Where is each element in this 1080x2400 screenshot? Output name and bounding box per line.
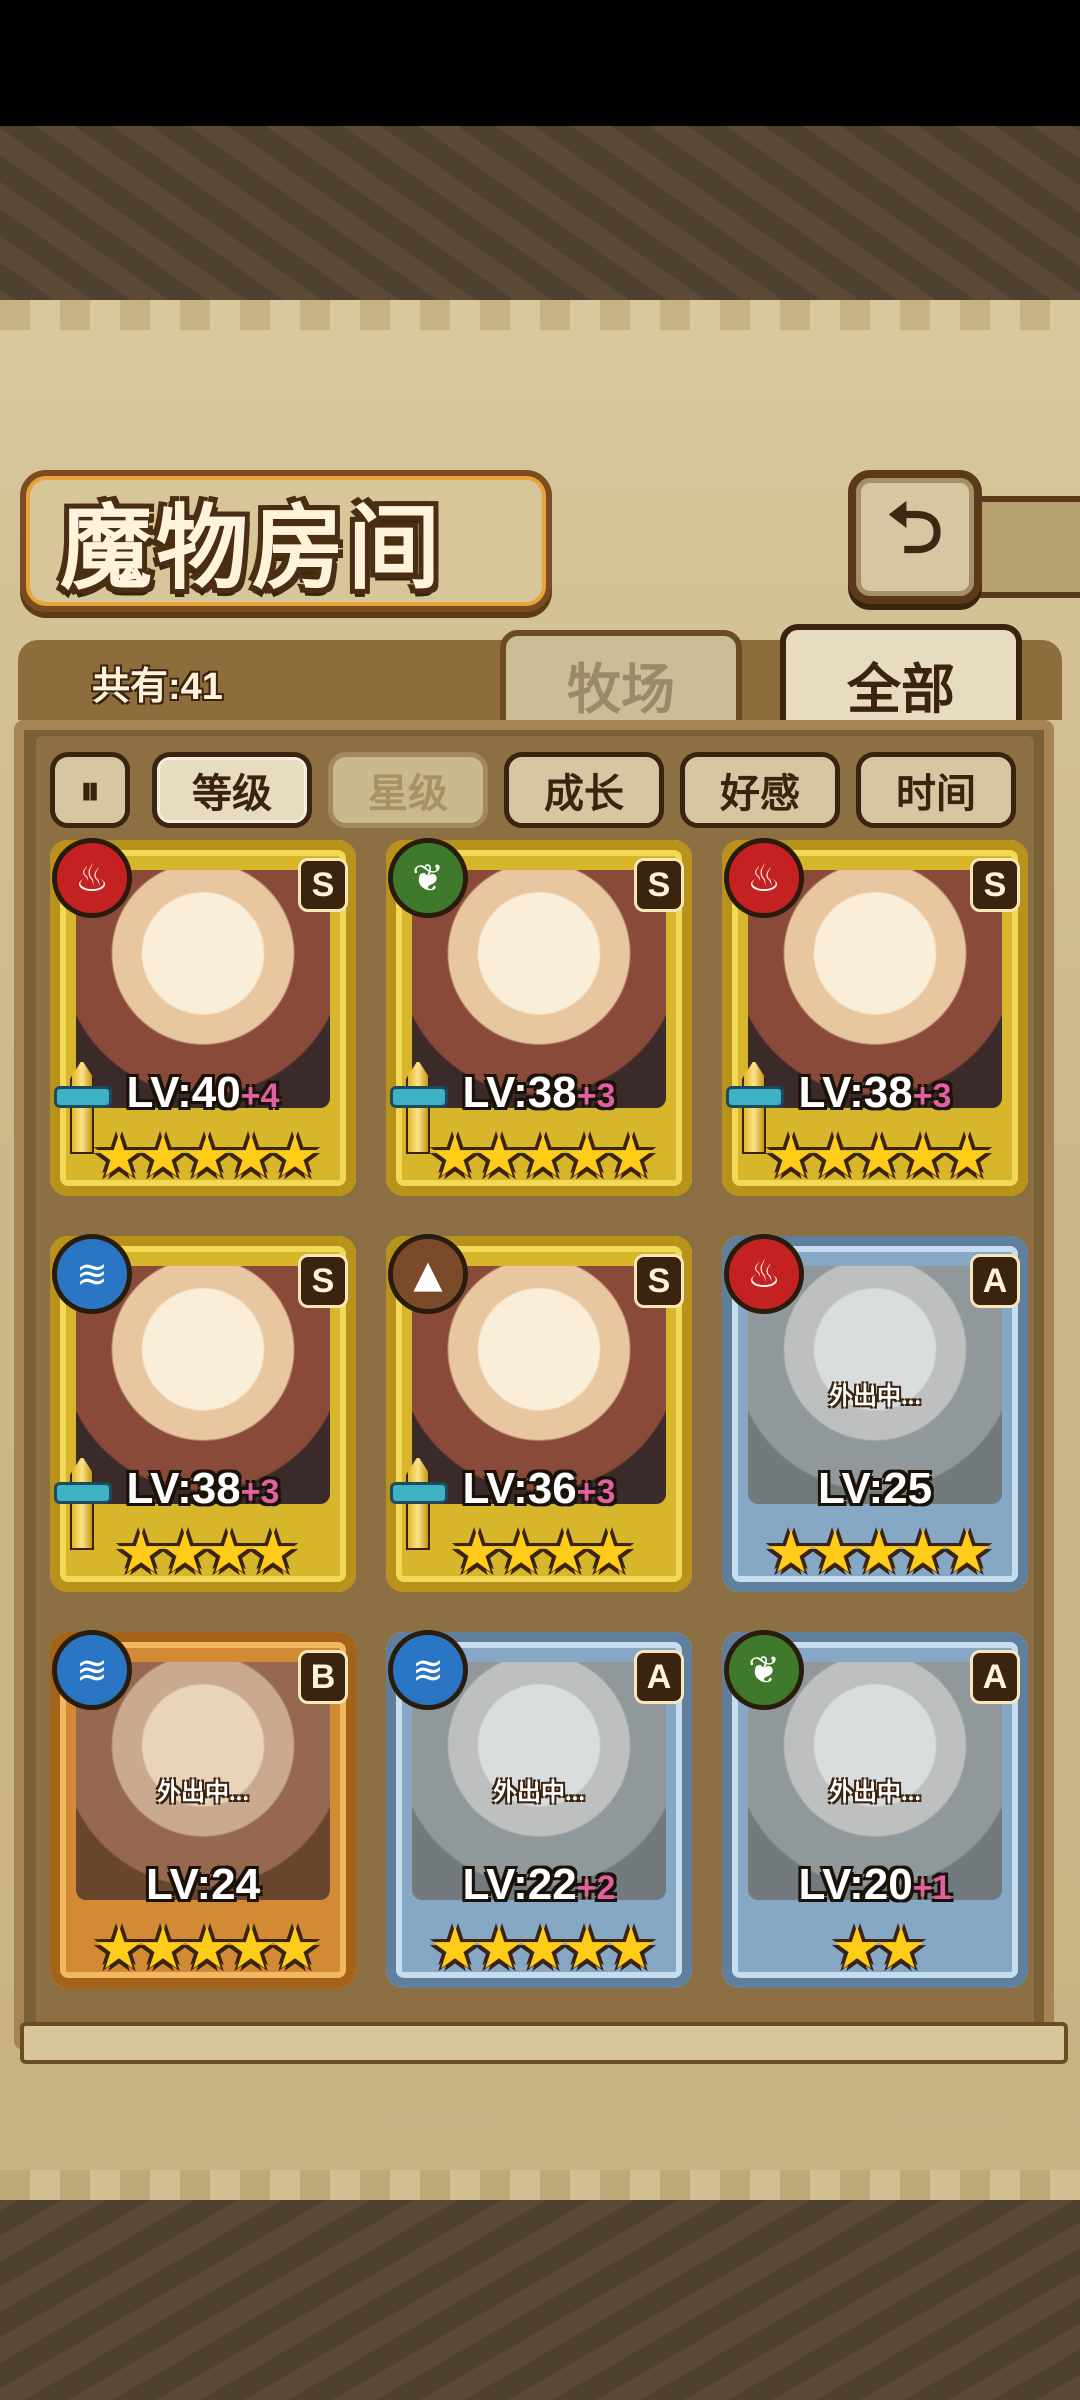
level-label: LV:38+3 [50,1464,356,1514]
away-status-label: 外出中... [156,1779,249,1806]
star-rating: ★★★★★ [765,1518,993,1586]
panel-edge-top [0,300,1080,330]
rank-badge: S [298,858,348,912]
total-count: 共有:41 [92,666,223,708]
star-rating: ★★★★★ [93,1122,321,1190]
fire-element-icon: ♨ [724,1234,804,1314]
sort-star-button[interactable]: 星级 [328,752,488,828]
level-label: LV:40+4 [50,1068,356,1118]
level-bonus: +3 [576,1473,616,1511]
leaf-element-icon: ❦ [388,838,468,918]
level-label: LV:38+3 [386,1068,692,1118]
level-bonus: +3 [576,1077,616,1115]
level-label: LV:20+1 [722,1860,1028,1910]
away-status-label: 外出中... [828,1383,921,1410]
star-rating: ★★★★ [115,1518,299,1586]
earth-element-icon: ▲ [388,1234,468,1314]
leaf-element-icon: ❦ [724,1630,804,1710]
panel-edge-bottom [0,2170,1080,2200]
status-bar [0,0,1080,126]
level-bonus: +2 [576,1869,616,1907]
level-value: LV:25 [817,1464,933,1513]
rank-badge: S [970,858,1020,912]
rank-badge: A [634,1650,684,1704]
sort-order-toggle-button[interactable]: ⏸ [50,752,130,828]
level-value: LV:38 [798,1068,913,1117]
background-map-bottom [0,2200,1080,2400]
back-button[interactable]: ⮌ [848,470,982,604]
level-label: LV:24 [50,1860,356,1910]
monster-card[interactable]: ❦ S LV:38+3 ★★★★★ [386,838,692,1196]
level-label: LV:36+3 [386,1464,692,1514]
star-rating: ★★★★★ [93,1914,321,1982]
monster-card[interactable]: 外出中... ❦ A LV:20+1 ★★ [722,1630,1028,1988]
back-button-extension [966,496,1080,598]
sort-level-button[interactable]: 等级 [152,752,312,828]
level-value: LV:22 [462,1860,577,1909]
away-status-label: 外出中... [492,1779,585,1806]
monster-card[interactable]: 外出中... ♨ A LV:25 ★★★★★ [722,1234,1028,1592]
monster-card[interactable]: 外出中... ≋ A LV:22+2 ★★★★★ [386,1630,692,1988]
rank-badge: S [634,858,684,912]
monster-list-bottom-bar [20,2022,1068,2064]
water-element-icon: ≋ [52,1630,132,1710]
level-value: LV:40 [126,1068,241,1117]
page-title: 魔物房间 [60,494,445,602]
fire-element-icon: ♨ [724,838,804,918]
sort-affection-button[interactable]: 好感 [680,752,840,828]
level-value: LV:38 [126,1464,241,1513]
star-rating: ★★★★★ [429,1122,657,1190]
rank-badge: A [970,1650,1020,1704]
water-element-icon: ≋ [52,1234,132,1314]
rank-badge: B [298,1650,348,1704]
sort-order-icon: ⏸ [80,766,100,814]
level-label: LV:22+2 [386,1860,692,1910]
sort-time-button[interactable]: 时间 [856,752,1016,828]
level-bonus: +3 [912,1077,952,1115]
water-element-icon: ≋ [388,1630,468,1710]
level-value: LV:36 [462,1464,577,1513]
monster-card[interactable]: ♨ S LV:38+3 ★★★★★ [722,838,1028,1196]
star-rating: ★★★★★ [429,1914,657,1982]
level-label: LV:38+3 [722,1068,1028,1118]
back-arrow-icon: ⮌ [886,486,944,569]
level-value: LV:38 [462,1068,577,1117]
star-rating: ★★★★★ [765,1122,993,1190]
level-label: LV:25 [722,1464,1028,1514]
monster-card[interactable]: 外出中... ≋ B LV:24 ★★★★★ [50,1630,356,1988]
level-bonus: +3 [240,1473,280,1511]
background-map-top [0,126,1080,316]
rank-badge: S [298,1254,348,1308]
rank-badge: A [970,1254,1020,1308]
level-bonus: +4 [240,1077,280,1115]
star-rating: ★★ [831,1914,927,1982]
level-value: LV:20 [798,1860,913,1909]
rank-badge: S [634,1254,684,1308]
away-status-label: 外出中... [828,1779,921,1806]
sort-growth-button[interactable]: 成长 [504,752,664,828]
monster-card[interactable]: ♨ S LV:40+4 ★★★★★ [50,838,356,1196]
star-rating: ★★★★ [451,1518,635,1586]
level-bonus: +1 [912,1869,952,1907]
level-value: LV:24 [145,1860,261,1909]
monster-card[interactable]: ▲ S LV:36+3 ★★★★ [386,1234,692,1592]
fire-element-icon: ♨ [52,838,132,918]
monster-card[interactable]: ≋ S LV:38+3 ★★★★ [50,1234,356,1592]
